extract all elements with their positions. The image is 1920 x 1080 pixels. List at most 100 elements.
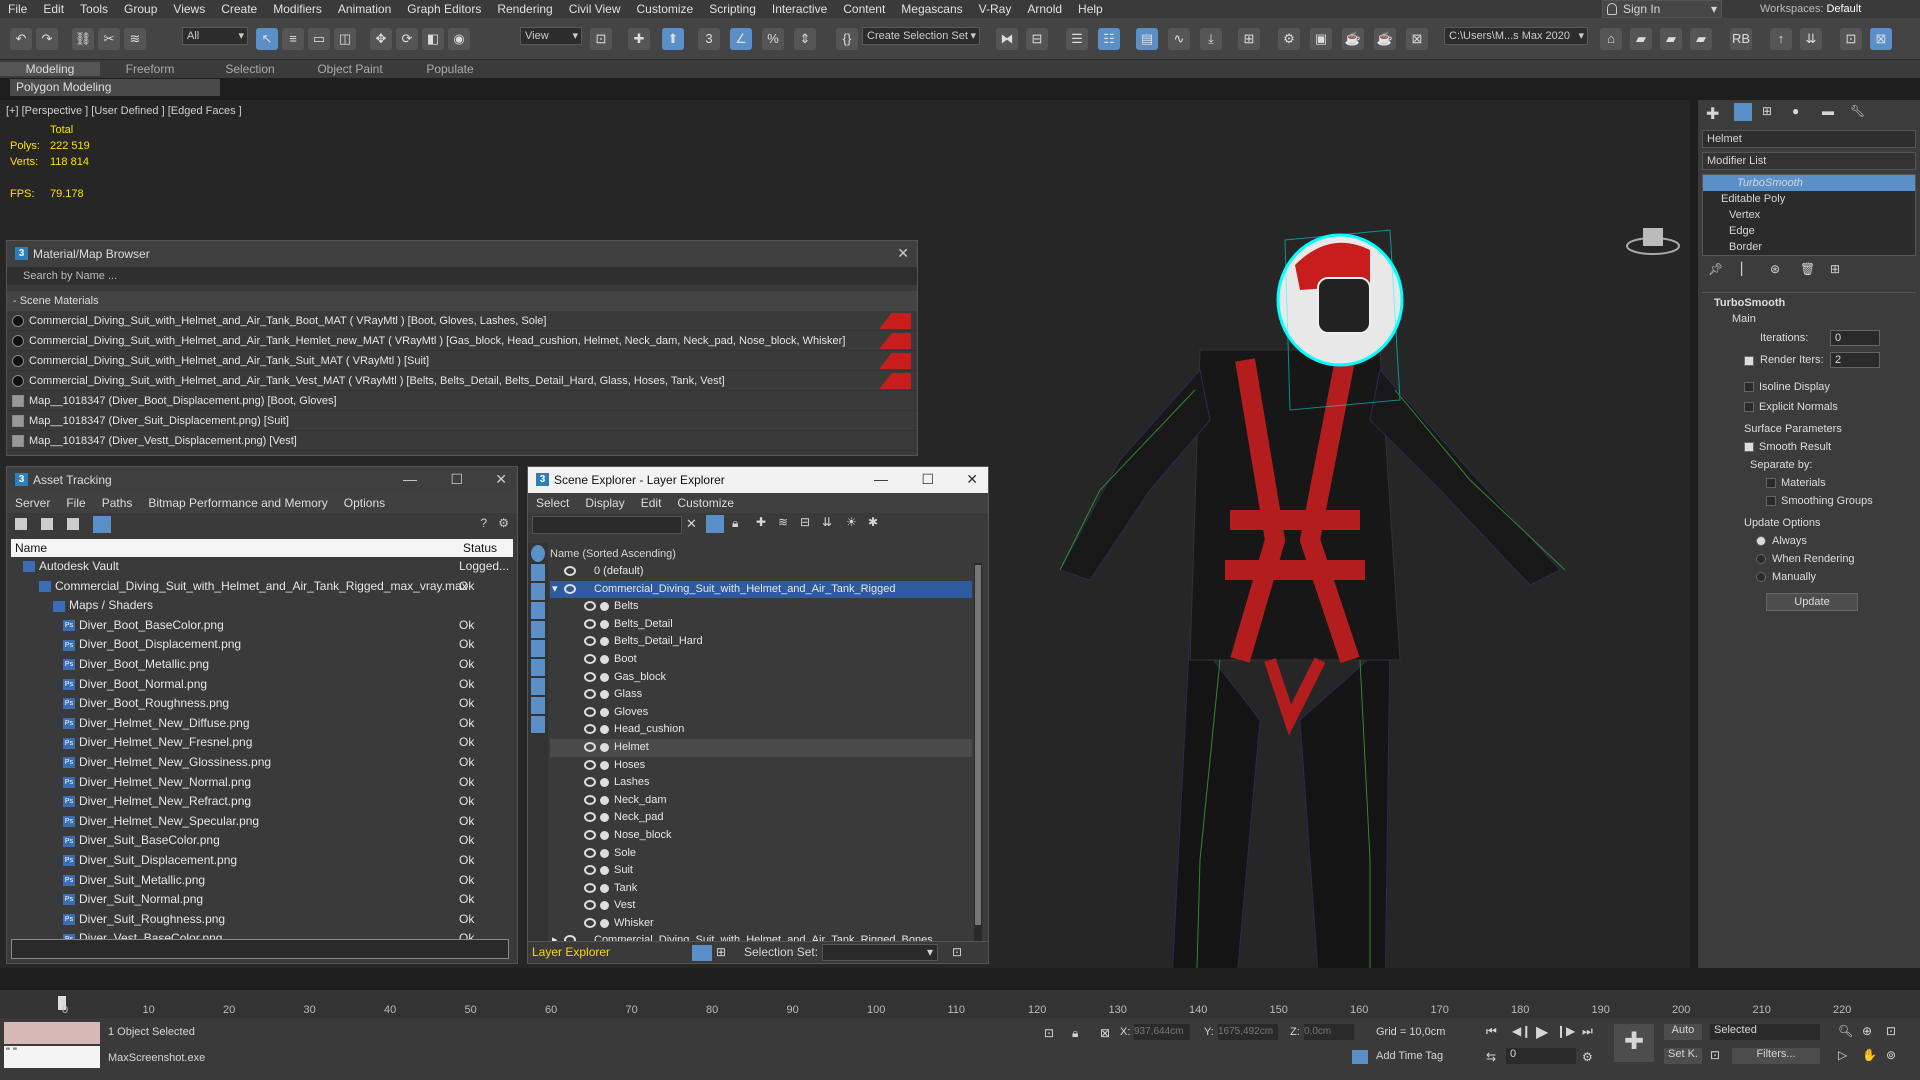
scene-explorer-menu-item[interactable]: Display [577,496,632,510]
clear-icon[interactable]: ✕ [686,516,697,532]
material-browser-titlebar[interactable]: 3 Material/Map Browser ✕ [7,241,917,267]
menu-item[interactable]: Rendering [489,0,560,18]
menu-item[interactable]: Group [116,0,165,18]
add-layer-icon[interactable]: ✚ [756,515,766,529]
ribbon-tab[interactable]: Freeform [100,62,200,76]
layer-item[interactable]: Belts_Detail [550,616,972,634]
align-icon[interactable]: ⊟ [1026,28,1048,50]
asset-tracking-titlebar[interactable]: 3 Asset Tracking — ☐ ✕ [7,467,517,493]
asset-menu-item[interactable]: File [58,496,93,510]
selection-lock-icon[interactable]: 🔒︎ [1072,1026,1078,1041]
visibility-eye-icon[interactable] [584,689,596,700]
display-helpers-icon[interactable] [531,621,545,638]
object-name-field[interactable]: Helmet [1702,130,1916,148]
viewcube[interactable] [1626,228,1680,255]
remove-modifier-icon[interactable]: 🗑︎ [1800,262,1815,276]
asset-menu-item[interactable]: Options [336,496,393,510]
render-iters-spinner[interactable]: 2 [1830,352,1880,368]
material-item[interactable]: Commercial_Diving_Suit_with_Helmet_and_A… [7,351,917,371]
filters-button[interactable]: Filters... [1732,1048,1820,1064]
material-item[interactable]: Map__1018347 (Diver_Vestt_Displacement.p… [7,431,917,451]
close-toolbar-icon[interactable]: ⊠ [1870,28,1892,50]
angle-snap-icon[interactable]: ∠ [730,28,752,50]
table-view-icon[interactable] [67,518,79,530]
search-by-name-field[interactable]: Search by Name ... [7,267,917,285]
settings-icon[interactable]: ✱ [868,515,878,529]
polygon-modeling-panel[interactable]: Polygon Modeling [10,79,220,96]
select-manipulate-icon[interactable]: ✚ [628,28,650,50]
scene-explorer-menu-item[interactable]: Select [528,496,577,510]
material-item[interactable]: Map__1018347 (Diver_Boot_Displacement.pn… [7,391,917,411]
visibility-eye-icon[interactable] [564,566,576,576]
smooth-result-checkbox[interactable] [1744,442,1754,453]
close-icon[interactable]: ✕ [897,245,909,262]
modifier-stack-item[interactable]: TurboSmooth [1703,175,1915,191]
select-object-icon[interactable]: ↖ [256,28,278,50]
railclone-icon[interactable]: RB [1730,28,1752,50]
link-icon[interactable]: ⛓ [72,28,94,50]
ribbon-tab[interactable]: Object Paint [300,62,400,76]
named-selection-dropdown[interactable]: Create Selection Set ▾ [862,27,980,45]
asset-row[interactable]: Ps Diver_Boot_Roughness.png Ok [11,694,513,714]
asset-row[interactable]: Ps Diver_Boot_Metallic.png Ok [11,655,513,675]
utilities-tab-icon[interactable]: 🔧︎ [1850,104,1865,118]
menu-item[interactable]: Graph Editors [399,0,489,18]
visibility-eye-icon[interactable] [584,724,596,735]
pivot-icon[interactable]: ⊡ [590,28,612,50]
asset-row[interactable]: Ps Diver_Suit_Metallic.png Ok [11,871,513,891]
asset-row[interactable]: Ps Diver_Helmet_New_Normal.png Ok [11,773,513,793]
rectangular-selection-icon[interactable]: ▭ [308,28,330,50]
expand-icon[interactable]: ▾ [552,581,558,598]
visibility-eye-icon[interactable] [584,794,596,805]
visibility-eye-icon[interactable] [584,812,596,823]
material-item[interactable]: Commercial_Diving_Suit_with_Helmet_and_A… [7,331,917,351]
set-key-big-icon[interactable]: ✚ [1614,1024,1654,1062]
play-icon[interactable]: ▶ [1536,1022,1548,1042]
materials-checkbox[interactable] [1766,478,1776,489]
mirror-icon[interactable]: ⧓ [996,28,1018,50]
when-rendering-row[interactable]: When Rendering [1702,553,1916,571]
key-mode-icon[interactable]: ⇆ [1486,1050,1496,1064]
menu-item[interactable]: File [0,0,35,18]
help-icon[interactable]: ? [480,516,487,530]
spinner-snap-icon[interactable]: ⇕ [794,28,816,50]
asset-row[interactable]: Autodesk Vault Logged... [11,557,513,577]
set-key-button[interactable]: Set K. [1664,1048,1702,1064]
menu-item[interactable]: Interactive [764,0,835,18]
configure-sets-icon[interactable]: ⊞ [1830,262,1840,276]
visibility-eye-icon[interactable] [584,706,596,717]
visibility-eye-icon[interactable] [584,865,596,876]
visibility-eye-icon[interactable] [584,917,596,928]
visibility-eye-icon[interactable] [584,777,596,788]
current-frame-field[interactable]: 0 [1506,1048,1576,1064]
redo-icon[interactable]: ↷ [36,28,58,50]
selection-filter-dropdown[interactable]: All ▾ [182,27,248,45]
asset-row[interactable]: Ps Diver_Boot_Normal.png Ok [11,675,513,695]
layer-item[interactable]: Boot [550,651,972,669]
modifier-stack-item[interactable]: Editable Poly [1703,191,1915,207]
double-chevron-icon[interactable]: ⇊ [1800,28,1822,50]
asset-row[interactable]: Maps / Shaders [11,596,513,616]
asset-row[interactable]: Ps Diver_Helmet_New_Fresnel.png Ok [11,733,513,753]
display-bones-icon[interactable] [531,697,545,714]
rotate-icon[interactable]: ⟳ [396,28,418,50]
menu-item[interactable]: Modifiers [265,0,330,18]
scrollbar[interactable] [974,563,982,943]
visibility-eye-icon[interactable] [584,618,596,629]
percent-snap-icon[interactable]: % [762,28,784,50]
layer-default[interactable]: 0 (default) [550,563,972,581]
layer-item[interactable]: Tank [550,880,972,898]
modifier-stack-item[interactable]: Edge [1703,223,1915,239]
menu-item[interactable]: Create [213,0,265,18]
select-by-name-icon[interactable]: ≡ [282,28,304,50]
asset-row[interactable]: Ps Diver_Helmet_New_Glossiness.png Ok [11,753,513,773]
placement-icon[interactable]: ◉ [448,28,470,50]
layer-item[interactable]: Sole [550,845,972,863]
visibility-eye-icon[interactable] [584,653,596,664]
render-setup-icon[interactable]: ⚙ [1278,28,1300,50]
scene-materials-section[interactable]: - Scene Materials [7,291,917,311]
maxscript-input[interactable]: " " [4,1046,100,1068]
layer-item[interactable]: Head_cushion [550,721,972,739]
layer-item[interactable]: Nose_block [550,827,972,845]
previous-frame-icon[interactable]: ◀❙ [1512,1024,1531,1038]
